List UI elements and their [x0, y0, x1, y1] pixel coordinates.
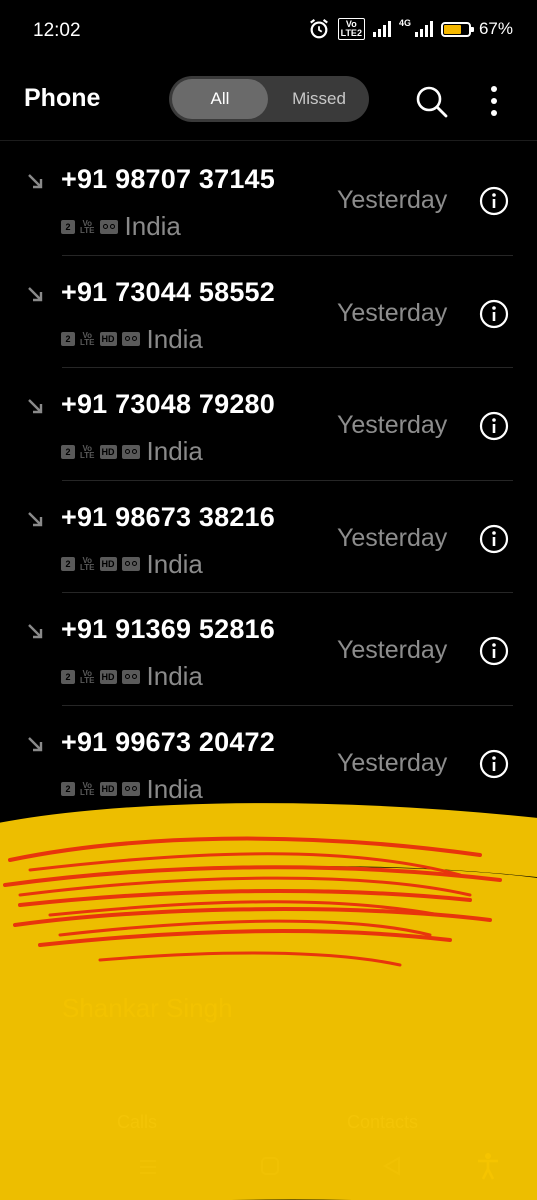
row-divider [62, 254, 513, 256]
info-icon[interactable] [479, 299, 509, 329]
hd-badge: HD [99, 444, 117, 459]
hd-badge: HD [99, 782, 117, 796]
page-title: Phone [24, 84, 101, 112]
voicemail-icon [99, 219, 118, 234]
call-filter-toggle: All Missed [169, 76, 369, 122]
call-location: India [146, 323, 203, 354]
row-divider [62, 704, 513, 706]
call-number: +91 73048 79280 [61, 389, 275, 419]
info-icon[interactable] [479, 749, 509, 779]
volte-badge: Vo LTE [80, 218, 95, 235]
battery-icon [440, 21, 474, 37]
call-meta: 2 Vo LTE HD India [61, 549, 203, 580]
app-bar: Phone All Missed [0, 62, 537, 141]
voicemail-icon [121, 669, 140, 684]
call-meta: 2 Vo LTE HD India [61, 661, 203, 692]
hd-badge: HD [99, 669, 117, 684]
search-icon[interactable] [412, 82, 452, 122]
volte-badge: Vo LTE [80, 556, 95, 572]
call-time: Yesterday [337, 298, 448, 327]
voicemail-icon [121, 444, 140, 459]
volte-badge: Vo LTE [80, 331, 95, 347]
call-location: India [146, 661, 203, 691]
signal-bars-2-icon [414, 21, 433, 37]
voicemail-icon [121, 557, 140, 571]
battery-percent: 67% [478, 19, 513, 38]
volte-badge: Vo LTE [80, 668, 95, 685]
sim-badge: 2 [61, 444, 75, 459]
status-icons: Vo LTE2 4G 67% [308, 18, 513, 40]
hd-badge: HD [99, 332, 117, 346]
call-meta: 2 Vo LTE HD India [61, 436, 203, 467]
voicemail-icon [121, 332, 140, 346]
info-icon[interactable] [479, 524, 509, 554]
volte-badge: Vo LTE [80, 781, 95, 797]
call-location: India [124, 211, 181, 241]
call-location: India [146, 548, 203, 579]
more-options-icon[interactable] [482, 82, 506, 122]
incoming-call-icon [28, 399, 43, 414]
call-meta: 2 Vo LTE India [61, 211, 181, 242]
call-time: Yesterday [337, 186, 448, 214]
sim-badge: 2 [61, 782, 75, 796]
hd-badge: HD [99, 557, 117, 571]
sim-badge: 2 [61, 557, 75, 571]
tab-all[interactable]: All [172, 79, 268, 119]
row-divider [62, 367, 513, 368]
alarm-icon [309, 18, 328, 39]
call-location: India [146, 436, 203, 466]
volte-indicator: Vo LTE2 [337, 18, 365, 40]
status-bar: 12:02 Vo LTE2 4G 67% [0, 0, 537, 62]
call-number: +91 73044 58552 [61, 276, 275, 307]
info-icon[interactable] [479, 411, 509, 441]
incoming-call-icon [28, 174, 43, 189]
call-time: Yesterday [337, 748, 448, 777]
info-icon[interactable] [479, 186, 509, 216]
sim-badge: 2 [61, 669, 75, 684]
network-type: 4G [398, 18, 411, 28]
info-icon[interactable] [479, 636, 509, 666]
voicemail-icon [121, 782, 140, 796]
call-number: +91 98673 38216 [61, 501, 275, 532]
call-log-row[interactable]: +91 73044 58552 2 Vo LTE HD India Yesterday [0, 254, 537, 367]
sim-badge: 2 [61, 332, 75, 346]
row-divider [62, 592, 513, 593]
call-time: Yesterday [337, 636, 448, 664]
call-number: +91 91369 52816 [61, 614, 275, 644]
volte-badge: Vo LTE [80, 443, 95, 460]
call-log-row[interactable]: +91 98673 38216 2 Vo LTE HD India Yesterday [0, 479, 537, 592]
call-time: Yesterday [337, 411, 448, 439]
incoming-call-icon [28, 736, 43, 751]
call-log-row[interactable]: +91 98707 37145 2 Vo LTE India Yesterday [0, 142, 537, 254]
signal-bars-icon [372, 21, 391, 37]
call-time: Yesterday [337, 523, 448, 552]
call-log-row[interactable]: +91 91369 52816 2 Vo LTE HD India Yesterday [0, 592, 537, 704]
call-log-row[interactable]: +91 73048 79280 2 Vo LTE HD India Yesterday [0, 367, 537, 479]
call-number: +91 98707 37145 [61, 164, 275, 194]
redaction-scribble [0, 803, 537, 1200]
incoming-call-icon [28, 286, 43, 301]
row-divider [62, 479, 513, 481]
call-meta: 2 Vo LTE HD India [61, 324, 203, 355]
sim-badge: 2 [61, 219, 75, 234]
incoming-call-icon [28, 511, 43, 526]
incoming-call-icon [28, 624, 43, 639]
tab-missed[interactable]: Missed [273, 79, 365, 119]
status-time: 12:02 [33, 20, 81, 41]
call-number: +91 99673 20472 [61, 726, 275, 757]
